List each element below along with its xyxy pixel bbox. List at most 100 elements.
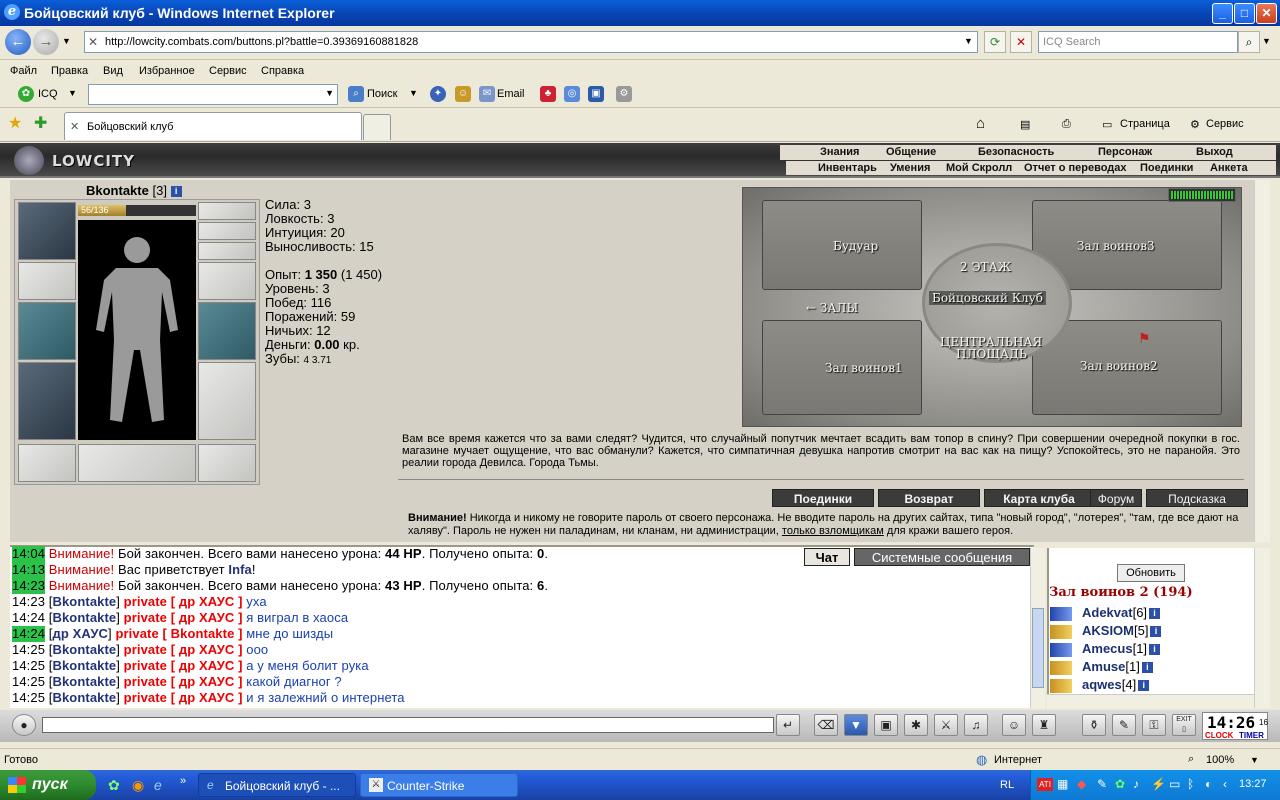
chat-time[interactable]: 14:25 [12,674,45,690]
tools-menu[interactable]: Сервис [1206,118,1244,130]
add-favorite-icon[interactable]: ✚ [34,113,47,133]
user-list-scrollbar[interactable] [1254,548,1270,708]
battles-button[interactable]: Поединки [772,489,874,507]
chat-private-target[interactable]: private [ др ХАУС ] [124,642,243,657]
fight-icon[interactable]: ✱ [904,714,928,736]
menu-file[interactable]: Файл [10,65,37,77]
chat-time[interactable]: 14:04 [12,546,46,562]
forward-button[interactable]: → [33,29,59,55]
user-list-hscrollbar[interactable] [1047,694,1254,708]
user-item[interactable]: Adekvat[6] i [1050,605,1161,621]
chat-sender[interactable]: [Bkontakte] [49,690,120,705]
maximize-button[interactable]: □ [1234,3,1255,24]
nav-inventory[interactable]: Инвентарь [818,162,877,174]
tab-active[interactable]: ✕ Бойцовский клуб [64,112,362,140]
nav-character[interactable]: Персонаж [1098,146,1152,158]
tray-speaker-icon[interactable]: ◐ [1205,777,1212,791]
zoom-level[interactable]: 100% [1206,754,1234,766]
pants-slot[interactable] [198,362,256,440]
globe-icon[interactable]: ◎ [564,86,580,102]
boots-slot[interactable] [198,444,256,482]
weapon-right-slot[interactable] [198,302,256,360]
rings-slot[interactable] [198,242,256,260]
chat-time[interactable]: 14:13 [12,562,46,578]
nav-security[interactable]: Безопасность [978,146,1054,158]
chat-private-target[interactable]: private [ др ХАУС ] [124,674,243,689]
scroll-icon[interactable]: ✎ [1112,714,1136,736]
chat-input[interactable] [42,717,774,733]
chat-sender[interactable]: [Bkontakte] [49,610,120,625]
user-item[interactable]: Amuse[1] i [1050,659,1153,675]
bracers-slot[interactable] [18,262,76,300]
smile-icon[interactable]: ☺ [1002,714,1026,736]
club-map-button[interactable]: Карта клуба [984,489,1094,507]
tray-icq-icon[interactable]: ✿ [1115,777,1125,791]
nav-battles[interactable]: Поединки [1140,162,1193,174]
tray-clock[interactable]: 13:27 [1239,778,1267,790]
tray-monitor-icon[interactable]: ▭ [1169,777,1180,791]
print-icon[interactable]: ⎙ [1062,118,1071,131]
close-button[interactable]: ✕ [1256,3,1277,24]
nav-transfer-report[interactable]: Отчет о переводах [1024,162,1127,174]
helmet-slot[interactable] [18,202,76,260]
nav-skills[interactable]: Умения [890,162,930,174]
page-scrollbar[interactable] [1254,180,1270,542]
quicklaunch-more-icon[interactable]: » [180,775,186,787]
chat-scrollbar[interactable] [1030,548,1045,708]
chat-sender[interactable]: [Bkontakte] [49,658,120,673]
search-input[interactable]: ICQ Search [1038,31,1238,53]
user-item[interactable]: AKSIOM[5] i [1050,623,1162,639]
info-icon[interactable]: i [1149,644,1161,656]
necklace-slot[interactable] [198,222,256,240]
bag-icon[interactable]: ⚱ [1082,714,1106,736]
chat-sender[interactable]: [др ХАУС] [49,626,112,641]
quicklaunch-ie-icon[interactable]: e [154,777,162,793]
info-icon[interactable]: i [1138,680,1150,692]
chat-private-target[interactable]: private [ др ХАУС ] [124,658,243,673]
page-menu[interactable]: Страница [1120,118,1170,130]
character-avatar[interactable] [78,220,196,440]
refresh-icon[interactable]: ⟳ [984,31,1006,53]
chat-time[interactable]: 14:23 [12,594,45,610]
window-titlebar[interactable]: e Бойцовский клуб - Windows Internet Exp… [0,0,1280,26]
tray-app-icon[interactable]: ✎ [1097,777,1107,791]
chat-private-target[interactable]: private [ др ХАУС ] [124,594,243,609]
save-icon[interactable]: ▣ [874,714,898,736]
chat-time[interactable]: 14:23 [12,578,46,594]
sound-icon[interactable]: ♫ [964,714,988,736]
language-indicator[interactable]: RL [1000,779,1014,791]
menu-view[interactable]: Вид [103,65,123,77]
menu-favorites[interactable]: Избранное [139,65,195,77]
quicklaunch-icq-icon[interactable]: ✿ [108,777,120,794]
info-icon[interactable]: i [1150,626,1162,638]
chat-icon[interactable]: ▣ [588,86,604,102]
exit-button[interactable]: EXIT ▯ [1172,714,1196,736]
sword-icon[interactable]: ⚔ [934,714,958,736]
nav-social[interactable]: Общение [886,146,936,158]
return-button[interactable]: Возврат [878,489,980,507]
chat-private-target[interactable]: private [ Bkontakte ] [115,626,242,641]
chat-mode-icon[interactable]: ● [12,714,36,736]
armor-slot[interactable] [18,362,76,440]
start-button[interactable]: пуск [0,770,96,800]
tab-system-messages[interactable]: Системные сообщения [854,548,1030,566]
hint-button[interactable]: Подсказка [1146,489,1248,507]
eraser-icon[interactable]: ⌫ [814,714,838,736]
character-name[interactable]: Bkontakte [3] i [86,183,182,198]
nav-knowledge[interactable]: Знания [820,146,859,158]
info-icon[interactable]: i [170,186,182,198]
tray-expand-icon[interactable]: ‹ [1223,777,1227,791]
taskbar-item-browser[interactable]: e Бойцовский клуб - ... [198,773,356,797]
search-dropdown-icon[interactable]: ▼ [409,88,418,98]
weapon-left-slot[interactable] [18,302,76,360]
chat-time[interactable]: 14:25 [12,658,45,674]
filter-icon[interactable]: ▼ [844,714,868,736]
forum-button[interactable]: Форум [1090,489,1142,507]
info-icon[interactable]: i [1149,608,1161,620]
hackers-link[interactable]: только взломщикам [782,525,884,537]
chat-time[interactable]: 14:25 [12,642,45,658]
address-bar[interactable]: ✕ http://lowcity.combats.com/buttons.pl?… [84,31,978,53]
tray-network-icon[interactable]: ▦ [1057,777,1068,791]
clan-icon[interactable]: ♜ [1032,714,1056,736]
taskbar-item-cs[interactable]: ⚔ Counter-Strike [360,773,518,797]
